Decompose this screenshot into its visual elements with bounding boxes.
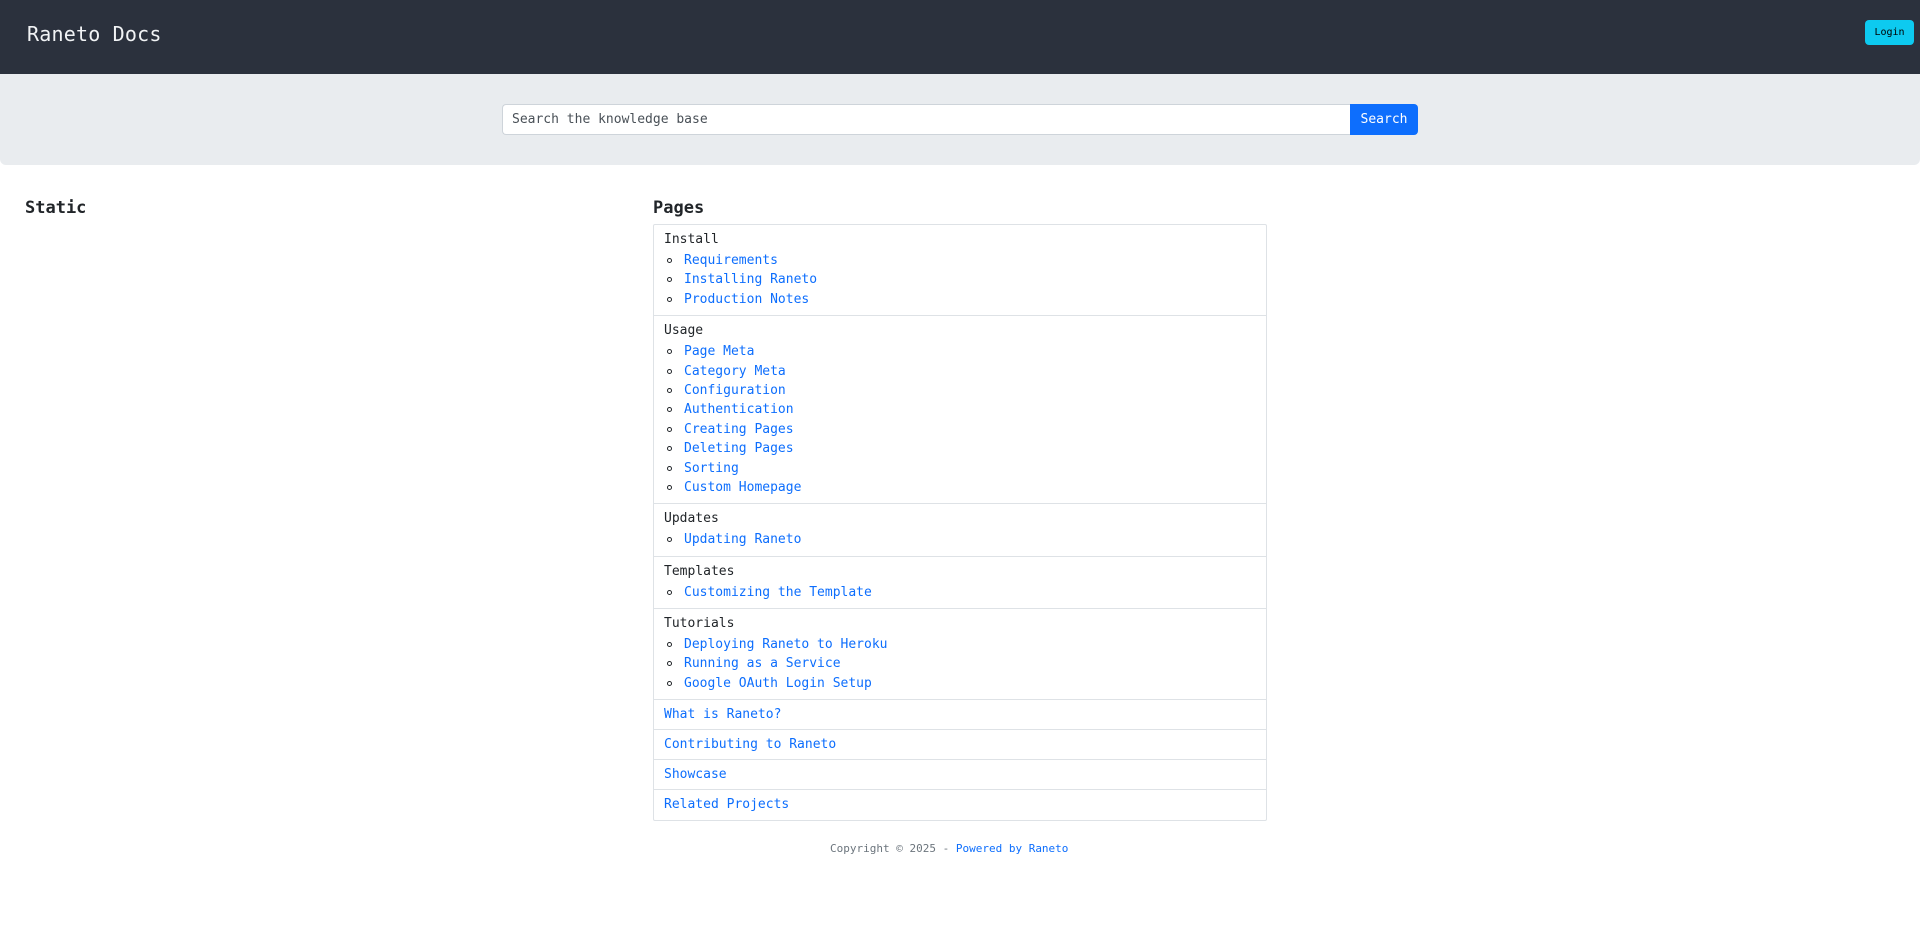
brand-link[interactable]: Raneto Docs bbox=[27, 22, 162, 46]
circle-bullet-icon bbox=[667, 446, 672, 452]
page-link[interactable]: Deleting Pages bbox=[684, 441, 794, 456]
page-link[interactable]: Installing Raneto bbox=[684, 272, 817, 287]
page-link[interactable]: Google OAuth Login Setup bbox=[684, 676, 872, 691]
circle-bullet-icon bbox=[667, 258, 672, 263]
page-link[interactable]: Requirements bbox=[684, 253, 778, 268]
page-link[interactable]: Deploying Raneto to Heroku bbox=[684, 637, 888, 652]
page-link[interactable]: Custom Homepage bbox=[684, 480, 801, 495]
list-item: Custom Homepage bbox=[667, 478, 1256, 497]
category-install: Install Requirements Installing Raneto P… bbox=[654, 225, 1266, 317]
category-updates: Updates Updating Raneto bbox=[654, 504, 1266, 557]
powered-by-link[interactable]: Powered by Raneto bbox=[956, 842, 1069, 855]
circle-bullet-icon bbox=[667, 642, 672, 648]
page-link[interactable]: Production Notes bbox=[684, 292, 809, 307]
list-item: Updating Raneto bbox=[667, 530, 1256, 549]
page-link-what-is-raneto[interactable]: What is Raneto? bbox=[664, 707, 781, 722]
list-item: Authentication bbox=[667, 400, 1256, 419]
circle-bullet-icon bbox=[667, 661, 672, 667]
circle-bullet-icon bbox=[667, 680, 672, 686]
category-usage: Usage Page Meta Category Meta Configurat… bbox=[654, 316, 1266, 505]
page-link[interactable]: Creating Pages bbox=[684, 422, 794, 437]
search-input[interactable] bbox=[502, 104, 1350, 135]
page-link[interactable]: Configuration bbox=[684, 383, 786, 398]
circle-bullet-icon bbox=[667, 349, 672, 355]
single-page-row: Related Projects bbox=[654, 790, 1266, 820]
circle-bullet-icon bbox=[667, 589, 672, 595]
circle-bullet-icon bbox=[667, 407, 672, 413]
list-item: Customizing the Template bbox=[667, 583, 1256, 602]
single-page-row: Showcase bbox=[654, 760, 1266, 791]
circle-bullet-icon bbox=[667, 537, 672, 543]
page-link[interactable]: Page Meta bbox=[684, 344, 754, 359]
list-item: Configuration bbox=[667, 381, 1256, 400]
page-link[interactable]: Sorting bbox=[684, 461, 739, 476]
copyright-text: Copyright © 2025 - bbox=[830, 842, 956, 855]
category-title: Updates bbox=[664, 511, 719, 527]
circle-bullet-icon bbox=[667, 368, 672, 374]
navbar: Raneto Docs Login bbox=[0, 0, 1920, 74]
category-page-list: Customizing the Template bbox=[664, 583, 1256, 602]
page-link[interactable]: Customizing the Template bbox=[684, 585, 872, 600]
list-item: Page Meta bbox=[667, 342, 1256, 361]
category-title: Install bbox=[664, 232, 719, 247]
single-page-row: Contributing to Raneto bbox=[654, 730, 1266, 761]
search-band: Search bbox=[0, 74, 1920, 165]
category-tutorials: Tutorials Deploying Raneto to Heroku Run… bbox=[654, 609, 1266, 701]
circle-bullet-icon bbox=[667, 387, 672, 393]
page-link[interactable]: Category Meta bbox=[684, 364, 786, 379]
search-button[interactable]: Search bbox=[1350, 104, 1418, 135]
circle-bullet-icon bbox=[667, 426, 672, 432]
list-item: Running as a Service bbox=[667, 654, 1256, 673]
page-link[interactable]: Authentication bbox=[684, 402, 794, 417]
category-page-list: Updating Raneto bbox=[664, 530, 1256, 549]
category-page-list: Page Meta Category Meta Configuration Au… bbox=[664, 342, 1256, 497]
circle-bullet-icon bbox=[667, 296, 672, 302]
page-link-related-projects[interactable]: Related Projects bbox=[664, 797, 789, 812]
page-link-showcase[interactable]: Showcase bbox=[664, 767, 727, 782]
pages-heading: Pages bbox=[653, 198, 705, 218]
page-link-contributing[interactable]: Contributing to Raneto bbox=[664, 737, 836, 752]
list-item: Sorting bbox=[667, 459, 1256, 478]
category-page-list: Deploying Raneto to Heroku Running as a … bbox=[664, 635, 1256, 693]
page-link[interactable]: Updating Raneto bbox=[684, 532, 801, 547]
list-item: Creating Pages bbox=[667, 420, 1256, 439]
list-item: Category Meta bbox=[667, 362, 1256, 381]
circle-bullet-icon bbox=[667, 465, 672, 471]
static-heading: Static bbox=[25, 198, 87, 218]
list-item: Production Notes bbox=[667, 290, 1256, 309]
circle-bullet-icon bbox=[667, 277, 672, 283]
category-page-list: Requirements Installing Raneto Productio… bbox=[664, 251, 1256, 309]
category-templates: Templates Customizing the Template bbox=[654, 557, 1266, 610]
list-item: Deleting Pages bbox=[667, 439, 1256, 458]
footer: Copyright © 2025 - Powered by Raneto bbox=[830, 842, 1068, 855]
list-item: Installing Raneto bbox=[667, 270, 1256, 289]
circle-bullet-icon bbox=[667, 484, 672, 490]
list-item: Google OAuth Login Setup bbox=[667, 674, 1256, 693]
list-item: Requirements bbox=[667, 251, 1256, 270]
category-title: Tutorials bbox=[664, 616, 735, 632]
category-title: Usage bbox=[664, 323, 704, 339]
page-link[interactable]: Running as a Service bbox=[684, 656, 841, 671]
pages-list: Install Requirements Installing Raneto P… bbox=[653, 224, 1267, 822]
category-title: Templates bbox=[664, 563, 735, 579]
single-page-row: What is Raneto? bbox=[654, 700, 1266, 731]
list-item: Deploying Raneto to Heroku bbox=[667, 635, 1256, 654]
login-button[interactable]: Login bbox=[1865, 20, 1914, 45]
